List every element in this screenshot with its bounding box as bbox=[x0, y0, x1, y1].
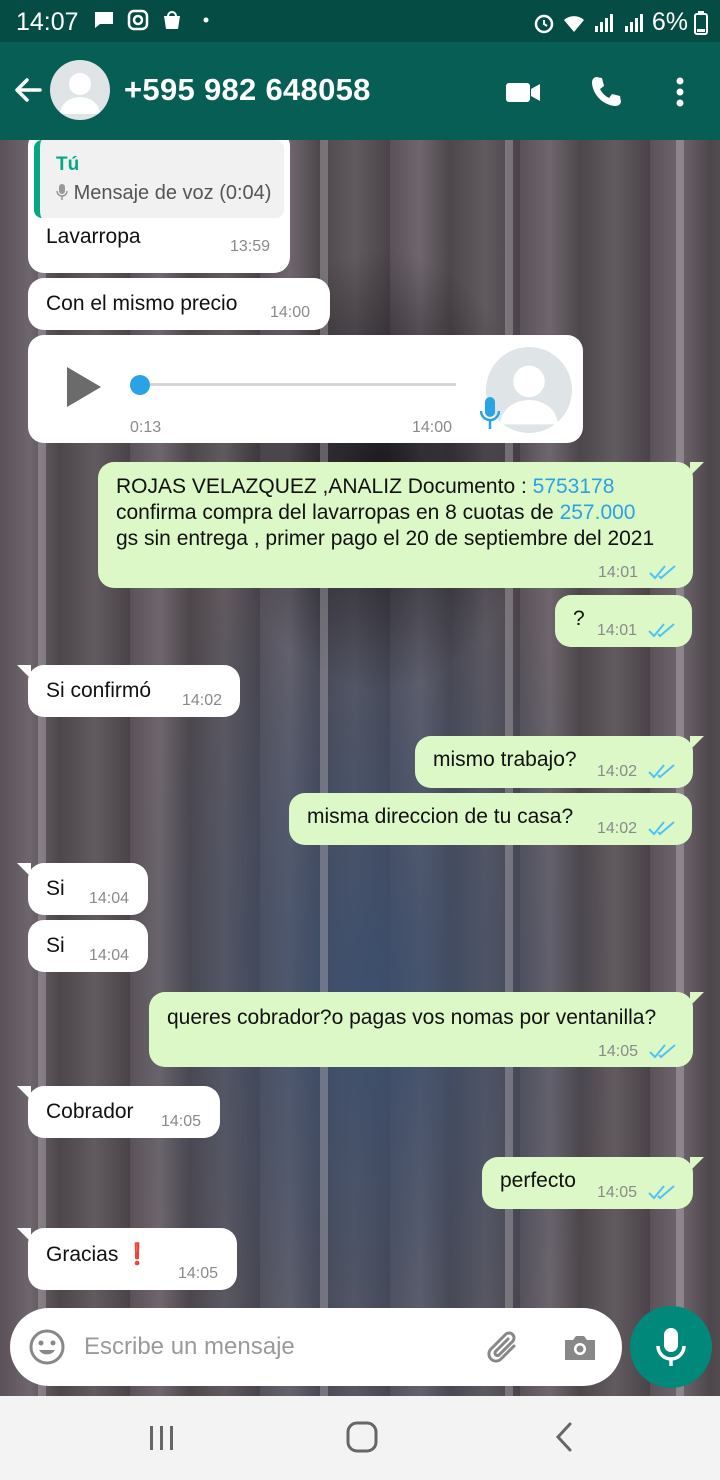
alarm-icon bbox=[534, 14, 554, 33]
bag-icon bbox=[164, 11, 180, 29]
message-incoming[interactable]: Si 14:04 bbox=[17, 863, 148, 915]
more-vert-icon[interactable] bbox=[660, 72, 700, 112]
message-incoming[interactable]: Si confirmó 14:02 bbox=[17, 665, 240, 717]
document-number-link[interactable]: 5753178 bbox=[533, 475, 615, 498]
read-ticks-icon bbox=[648, 1185, 675, 1200]
exclamation-emoji: ❗ bbox=[124, 1243, 151, 1266]
message-incoming[interactable]: Tú Mensaje de voz (0:04) Lavarropa 13:59 bbox=[28, 140, 290, 273]
message-time: 14:05 bbox=[598, 1043, 639, 1060]
play-icon[interactable] bbox=[64, 365, 104, 409]
read-ticks-icon bbox=[648, 623, 675, 638]
quoted-message[interactable]: Tú Mensaje de voz (0:04) bbox=[34, 140, 284, 218]
message-input-bar[interactable]: Escribe un mensaje bbox=[10, 1308, 622, 1386]
message-outgoing[interactable]: misma direccion de tu casa? 14:02 bbox=[289, 793, 692, 845]
message-time: 14:05 bbox=[597, 1184, 638, 1201]
message-outgoing[interactable]: ROJAS VELAZQUEZ ,ANALIZ Documento : 5753… bbox=[98, 462, 704, 588]
voice-record-button[interactable] bbox=[630, 1306, 712, 1388]
message-time: 14:01 bbox=[598, 564, 639, 581]
status-time: 14:07 bbox=[16, 8, 79, 36]
status-bar: 14:07 6% bbox=[0, 0, 720, 42]
message-time: 14:02 bbox=[182, 692, 223, 709]
avatar-icon bbox=[60, 73, 100, 114]
message-text: ? bbox=[573, 607, 585, 630]
back-icon[interactable] bbox=[550, 1420, 580, 1454]
message-time: 14:02 bbox=[597, 820, 638, 837]
read-ticks-icon bbox=[649, 565, 676, 580]
message-time: 14:05 bbox=[178, 1265, 219, 1282]
message-time: 14:01 bbox=[597, 622, 638, 639]
message-incoming[interactable]: Con el mismo precio 14:00 bbox=[28, 278, 330, 330]
mic-small-icon bbox=[56, 184, 68, 200]
message-outgoing[interactable]: ? 14:01 bbox=[555, 595, 692, 647]
wifi-icon bbox=[563, 15, 584, 32]
quote-text: Mensaje de voz (0:04) bbox=[56, 182, 271, 205]
message-text: Lavarropa bbox=[46, 225, 141, 248]
message-text: Si bbox=[46, 934, 65, 957]
message-time: 14:04 bbox=[89, 947, 130, 964]
attach-icon[interactable] bbox=[484, 1328, 524, 1368]
message-text: mismo trabajo? bbox=[433, 748, 577, 771]
signal-icon bbox=[594, 13, 613, 32]
message-time: 14:00 bbox=[270, 304, 311, 321]
avatar[interactable] bbox=[50, 60, 110, 120]
back-arrow-icon[interactable] bbox=[12, 74, 44, 106]
message-input[interactable]: Escribe un mensaje bbox=[84, 1333, 295, 1361]
signal-icon bbox=[624, 13, 643, 32]
message-text: Cobrador bbox=[46, 1100, 134, 1123]
message-time: 14:05 bbox=[161, 1113, 202, 1130]
message-incoming[interactable]: Gracias ❗ 14:05 bbox=[17, 1228, 237, 1290]
instagram-icon bbox=[127, 9, 149, 31]
chat-background[interactable]: Tú Mensaje de voz (0:04) Lavarropa 13:59… bbox=[0, 140, 720, 1396]
message-outgoing[interactable]: mismo trabajo? 14:02 bbox=[415, 736, 704, 788]
message-text: misma direccion de tu casa? bbox=[307, 805, 574, 828]
read-ticks-icon bbox=[649, 1044, 676, 1059]
message-text: Si bbox=[46, 877, 65, 900]
message-text: Si confirmó bbox=[46, 679, 152, 702]
message-incoming[interactable]: Cobrador 14:05 bbox=[17, 1086, 220, 1138]
emoji-icon[interactable] bbox=[28, 1328, 66, 1366]
message-time: 14:02 bbox=[597, 763, 638, 780]
voice-duration: 0:13 bbox=[130, 419, 162, 436]
recent-apps-icon[interactable] bbox=[146, 1422, 178, 1454]
battery-icon bbox=[694, 10, 708, 35]
message-outgoing[interactable]: perfecto 14:05 bbox=[482, 1157, 704, 1209]
voice-message[interactable]: 0:13 14:00 bbox=[28, 335, 583, 443]
message-text: Gracias ❗ bbox=[46, 1243, 151, 1266]
read-ticks-icon bbox=[648, 821, 675, 836]
read-ticks-icon bbox=[648, 764, 675, 779]
mic-badge-icon bbox=[480, 397, 500, 429]
message-incoming[interactable]: Si 14:04 bbox=[28, 920, 148, 972]
dot-icon bbox=[203, 17, 209, 23]
home-icon[interactable] bbox=[345, 1420, 379, 1454]
phone-icon[interactable] bbox=[586, 72, 626, 112]
voice-progress-thumb[interactable] bbox=[130, 375, 150, 395]
system-nav-bar bbox=[0, 1396, 720, 1480]
contact-name[interactable]: +595 982 648058 bbox=[124, 72, 371, 108]
voice-progress-track[interactable] bbox=[138, 383, 456, 386]
message-text: queres cobrador?o pagas vos nomas por ve… bbox=[167, 1006, 657, 1029]
quote-author: Tú bbox=[56, 154, 80, 175]
camera-icon[interactable] bbox=[560, 1328, 600, 1368]
message-time: 13:59 bbox=[230, 238, 271, 255]
message-time: 14:04 bbox=[89, 890, 130, 907]
amount-link[interactable]: 257.000 bbox=[560, 501, 636, 524]
message-time: 14:00 bbox=[412, 419, 453, 436]
message-outgoing[interactable]: queres cobrador?o pagas vos nomas por ve… bbox=[149, 992, 704, 1067]
chat-icon bbox=[95, 12, 113, 28]
message-text: ROJAS VELAZQUEZ ,ANALIZ Documento : 5753… bbox=[116, 475, 655, 550]
chat-header: +595 982 648058 bbox=[0, 42, 720, 140]
message-text: Con el mismo precio bbox=[46, 292, 238, 315]
battery-percent: 6% bbox=[651, 8, 688, 36]
message-text: perfecto bbox=[500, 1169, 576, 1192]
video-call-icon[interactable] bbox=[502, 72, 542, 112]
mic-icon bbox=[656, 1328, 686, 1366]
